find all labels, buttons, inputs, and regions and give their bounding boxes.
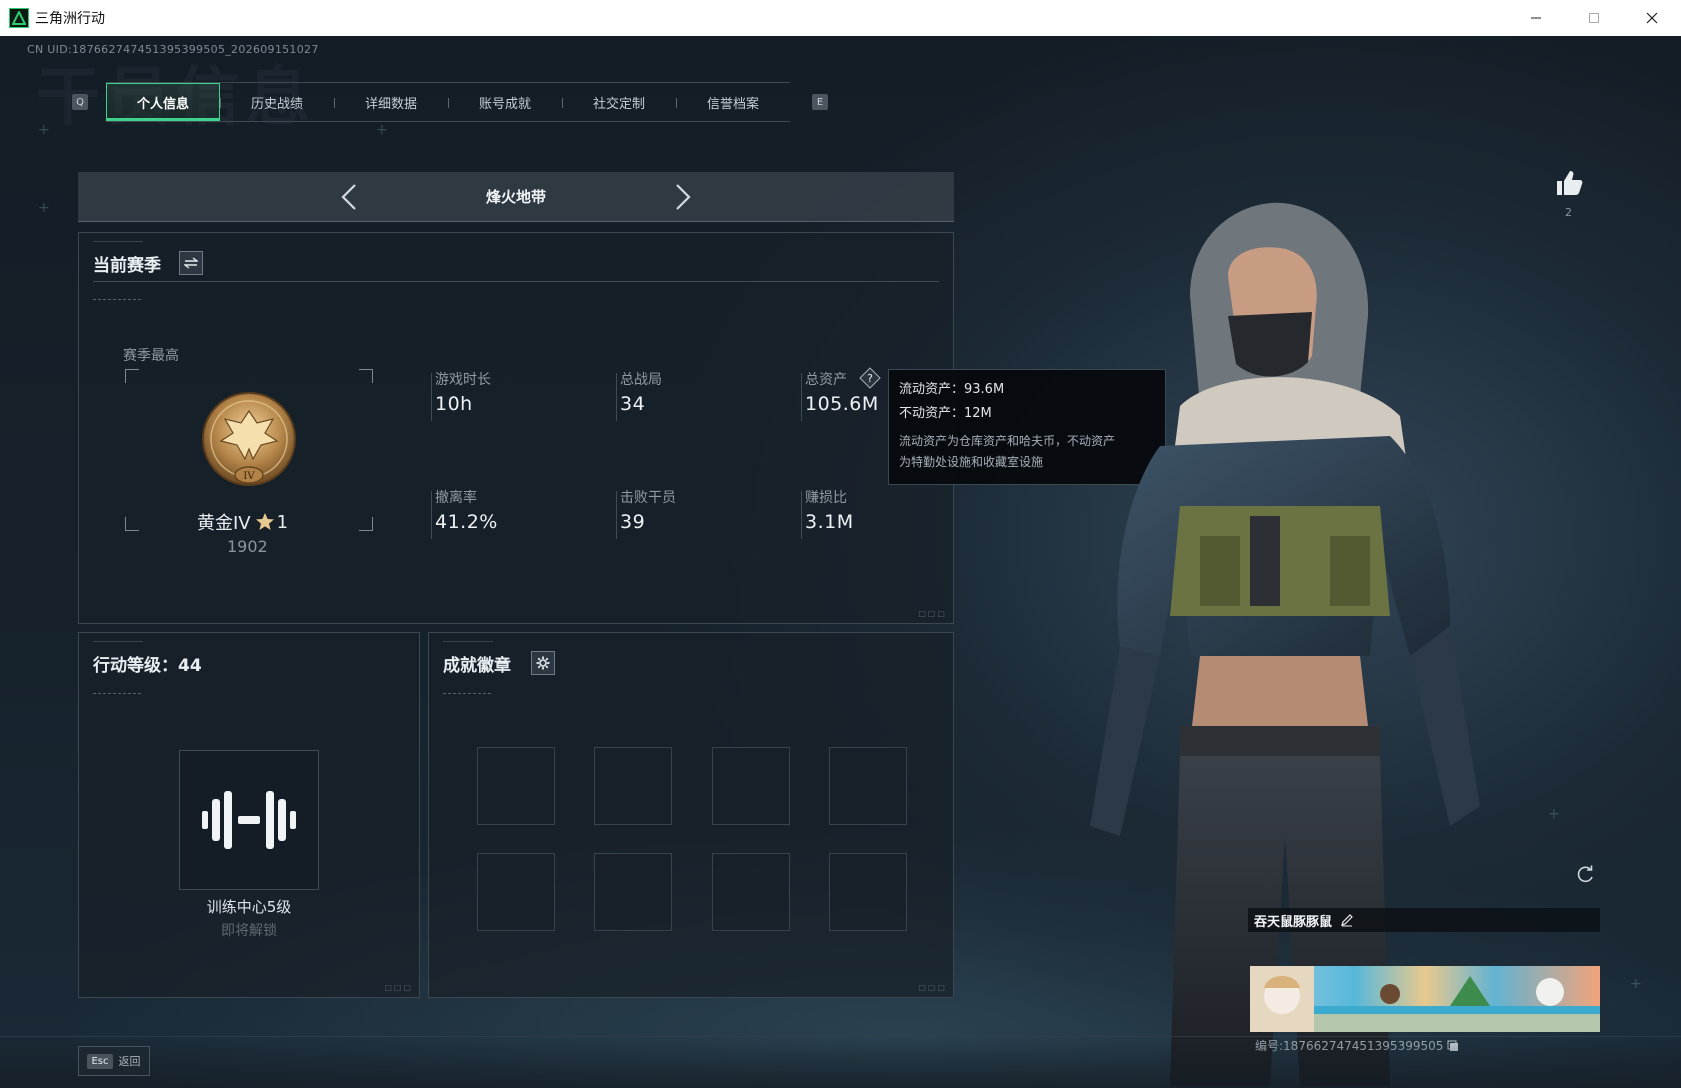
help-icon[interactable]: ? [859, 367, 881, 389]
panel-dots: □□□ [918, 609, 947, 618]
season-divider [93, 281, 939, 282]
stat-value-extract-rate: 41.2% [435, 511, 498, 533]
stat-label-playtime: 游戏时长 [435, 372, 491, 388]
badge-slot[interactable] [477, 747, 555, 825]
rank-emblem-icon: IV [197, 389, 301, 493]
badge-slot[interactable] [829, 853, 907, 931]
stat-value-profit-ratio: 3.1M [805, 511, 854, 533]
badge-slot[interactable] [829, 747, 907, 825]
action-level-sub-mark [93, 693, 141, 696]
minimize-icon[interactable] [1507, 0, 1565, 36]
rank-name: 黄金IV [197, 513, 251, 534]
stat-label-kills: 击败干员 [620, 490, 676, 506]
mode-title: 烽火地带 [485, 188, 546, 206]
badge-slot[interactable] [712, 747, 790, 825]
grid-mark: + [38, 122, 50, 138]
season-title: 当前赛季 [93, 256, 161, 276]
grid-mark: + [38, 200, 50, 216]
svg-text:IV: IV [243, 471, 255, 482]
profile-tabs: Q 个人信息 历史战绩 详细数据 账号成就 社交定制 信誉档案 E [72, 82, 828, 122]
tab-row: 个人信息 历史战绩 详细数据 账号成就 社交定制 信誉档案 [106, 82, 790, 122]
back-label: 返回 [118, 1055, 141, 1068]
badge-slot[interactable] [594, 747, 672, 825]
chevron-left-icon[interactable] [332, 180, 366, 214]
unlock-name: 训练中心5级 [206, 898, 292, 916]
stat-value-total-assets: 105.6M [805, 393, 879, 415]
game-viewport: 干员信息 CN UID:187662747451395399505_202609… [0, 36, 1681, 1088]
tab-account-achievements[interactable]: 账号成就 [448, 83, 562, 121]
rank-score: 1902 [227, 537, 268, 556]
tab-credit-record[interactable]: 信誉档案 [676, 83, 790, 121]
stat-value-matches: 34 [620, 393, 646, 415]
badge-slot[interactable] [594, 853, 672, 931]
rank-stars: 1 [276, 511, 289, 533]
badges-title: 成就徽章 [443, 656, 511, 676]
dumbbell-icon [202, 791, 296, 849]
maximize-icon[interactable] [1565, 0, 1623, 36]
stat-label-matches: 总战局 [620, 372, 662, 388]
panel-corner-tag [93, 241, 143, 244]
refresh-icon[interactable] [1574, 864, 1596, 886]
stat-value-kills: 39 [620, 511, 646, 533]
panel-dots: □□□ [918, 983, 947, 992]
window-title: 三角洲行动 [35, 11, 105, 27]
svg-text:?: ? [867, 372, 873, 385]
season-panel: 当前赛季 赛季最高 IV 黄金IV 1 1902 游戏时长 10h 总战局 34… [78, 232, 954, 624]
tab-personal-info[interactable]: 个人信息 [106, 83, 220, 121]
stat-value-playtime: 10h [435, 393, 473, 415]
chevron-right-icon[interactable] [666, 180, 700, 214]
thumbs-up-icon[interactable] [1554, 168, 1586, 200]
close-icon[interactable] [1623, 0, 1681, 36]
swap-icon[interactable] [179, 251, 203, 275]
stat-label-total-assets: 总资产 [805, 372, 847, 388]
action-level-title: 行动等级：44 [93, 656, 202, 676]
badges-panel: 成就徽章 □□□ [428, 632, 954, 998]
mode-selector: 烽火地带 [78, 172, 954, 222]
stat-label-profit-ratio: 赚损比 [805, 490, 847, 506]
settings-icon[interactable] [531, 651, 555, 675]
badge-slot[interactable] [477, 853, 555, 931]
grid-mark: + [376, 122, 388, 138]
stat-label-extract-rate: 撤离率 [435, 490, 477, 506]
player-name: 吞天鼠豚豚鼠 [1254, 914, 1333, 930]
name-card-banner[interactable] [1250, 966, 1600, 1032]
like-count: 2 [1565, 206, 1572, 219]
badge-slot[interactable] [712, 853, 790, 931]
tab-social-customization[interactable]: 社交定制 [562, 83, 676, 121]
badges-sub-mark [443, 693, 491, 696]
grid-mark: + [1630, 976, 1642, 992]
window-titlebar: 三角洲行动 [0, 0, 1681, 36]
rank-name-row: 黄金IV 1 [197, 509, 288, 535]
operator-character-model[interactable] [1050, 186, 1530, 1086]
tab-detailed-data[interactable]: 详细数据 [334, 83, 448, 121]
back-button[interactable]: Esc 返回 [78, 1046, 150, 1076]
window-controls [1507, 0, 1681, 36]
panel-corner-tag [443, 641, 493, 644]
uid-line: CN UID:187662747451395399505_20260915102… [27, 43, 319, 56]
peak-label: 赛季最高 [123, 348, 179, 364]
panel-corner-tag [93, 641, 143, 644]
tab-next-key[interactable]: E [812, 94, 828, 110]
season-sub-mark [93, 299, 141, 302]
edit-icon[interactable] [1340, 913, 1354, 927]
app-logo-icon [9, 8, 29, 28]
name-card-header: 吞天鼠豚豚鼠 [1248, 908, 1600, 932]
grid-mark: + [1548, 806, 1560, 822]
tab-prev-key[interactable]: Q [72, 94, 88, 110]
panel-dots: □□□ [384, 983, 413, 992]
tab-match-history[interactable]: 历史战绩 [220, 83, 334, 121]
bottom-bar [0, 1036, 1681, 1088]
unlock-status: 即将解锁 [221, 923, 277, 939]
esc-key: Esc [87, 1053, 113, 1069]
unlock-reward-card[interactable] [179, 750, 319, 890]
star-icon [255, 513, 274, 530]
